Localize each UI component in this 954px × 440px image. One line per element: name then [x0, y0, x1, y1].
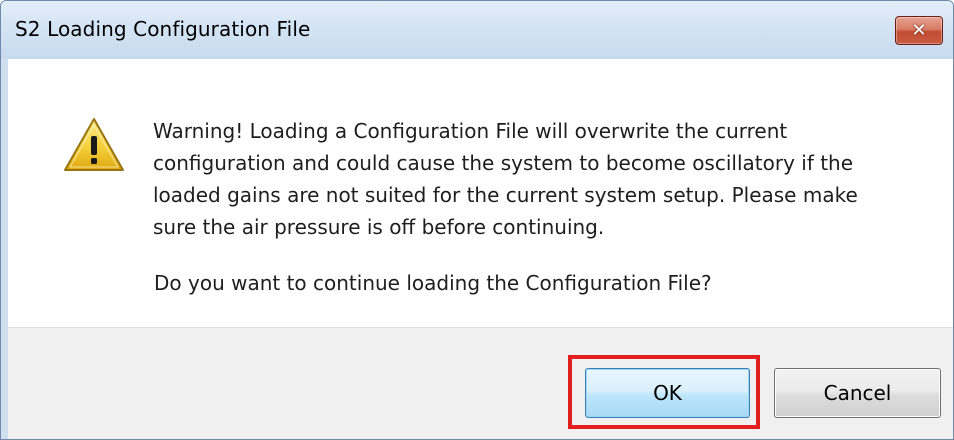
- button-bar: OK Cancel: [8, 327, 953, 439]
- message-area: Warning! Loading a Configuration File wi…: [8, 59, 953, 327]
- dialog-window: S2 Loading Configuration File ✕ Warning!…: [0, 0, 954, 440]
- message-line: loaded gains are not suited for the curr…: [153, 183, 858, 207]
- dialog-client-area: Warning! Loading a Configuration File wi…: [8, 59, 953, 439]
- warning-message: Warning! Loading a Configuration File wi…: [153, 115, 913, 243]
- window-title: S2 Loading Configuration File: [15, 17, 311, 41]
- message-line: sure the air pressure is off before cont…: [153, 215, 605, 239]
- warning-icon: [64, 118, 124, 171]
- ok-button[interactable]: OK: [585, 368, 750, 418]
- confirmation-question: Do you want to continue loading the Conf…: [154, 271, 712, 295]
- close-button[interactable]: ✕: [895, 16, 943, 45]
- cancel-button[interactable]: Cancel: [774, 368, 941, 418]
- message-line: Warning! Loading a Configuration File wi…: [153, 119, 788, 143]
- close-icon: ✕: [911, 20, 927, 41]
- title-bar[interactable]: S2 Loading Configuration File ✕: [1, 1, 953, 59]
- message-line: configuration and could cause the system…: [153, 151, 854, 175]
